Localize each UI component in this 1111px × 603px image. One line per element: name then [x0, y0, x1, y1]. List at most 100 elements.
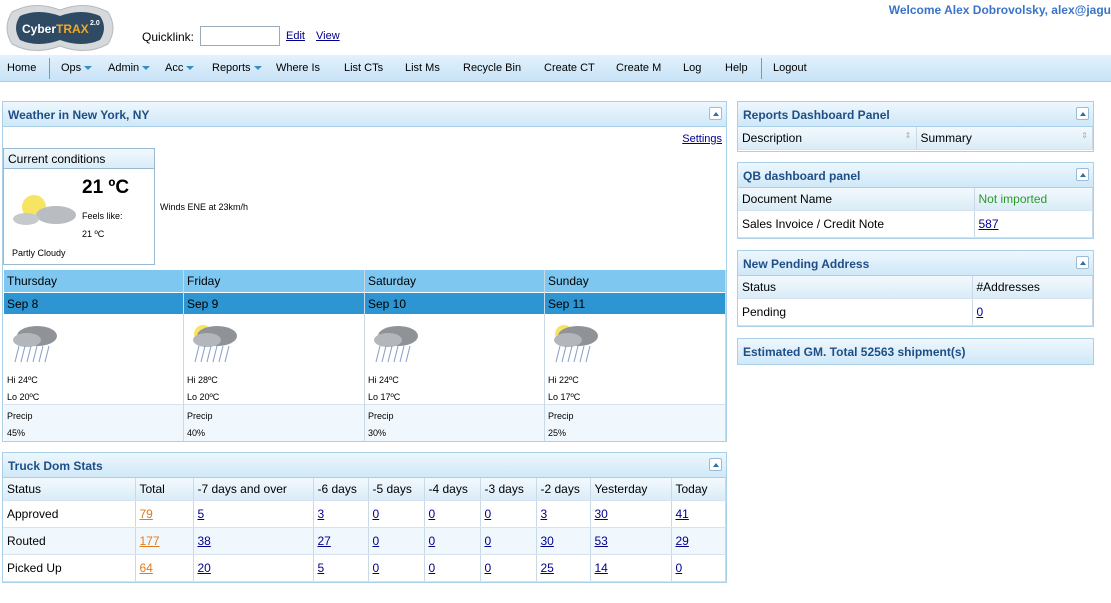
header-label: Summary	[920, 130, 972, 145]
forecast-date: Sep 10	[365, 292, 544, 314]
count-link[interactable]: 0	[373, 507, 380, 521]
panel-title: Reports Dashboard Panel	[743, 108, 890, 122]
view-link[interactable]: View	[316, 30, 340, 42]
forecast-date: Sep 11	[545, 292, 725, 314]
sort-icon: ⇕	[1081, 130, 1088, 140]
thunderstorm-sun-icon	[554, 325, 598, 363]
precip-value: 25%	[548, 428, 567, 438]
chevron-down-icon	[253, 66, 262, 71]
collapse-icon[interactable]	[1076, 256, 1089, 269]
table-cell: 0	[480, 527, 537, 555]
forecast-high: Hi 24ºC	[7, 375, 38, 385]
count-link[interactable]: 0	[676, 561, 683, 575]
quicklink-input[interactable]	[200, 26, 280, 46]
column-header: Today	[671, 478, 726, 501]
table-row: Routed 177 38 27 0 0 0 30 53 29	[3, 527, 726, 555]
status-cell: Approved	[3, 500, 136, 528]
forecast-day-name: Saturday	[365, 270, 544, 292]
table-cell: 0	[480, 500, 537, 528]
header-label: Description	[742, 130, 803, 145]
collapse-icon[interactable]	[709, 458, 722, 471]
count-link[interactable]: 53	[595, 534, 608, 548]
count-link[interactable]: 3	[318, 507, 325, 521]
addresses-link[interactable]: 0	[977, 305, 984, 319]
table-cell: 0	[424, 527, 481, 555]
collapse-icon[interactable]	[1076, 107, 1089, 120]
count-link[interactable]: 41	[676, 507, 689, 521]
count-link[interactable]: 0	[429, 561, 436, 575]
table-cell: 29	[671, 527, 726, 555]
feels-like-label: Feels like:	[82, 211, 123, 221]
count-link[interactable]: 0	[485, 534, 492, 548]
forecast-high: Hi 28ºC	[187, 375, 218, 385]
column-header: -2 days	[536, 478, 591, 501]
nav-home[interactable]: Home	[7, 62, 36, 74]
forecast-day: Thursday Sep 8 Hi 24ºC Lo 20ºC Precip 45%	[4, 270, 184, 441]
count-link[interactable]: 0	[485, 561, 492, 575]
count-link[interactable]: 30	[541, 534, 554, 548]
count-link[interactable]: 20	[198, 561, 211, 575]
column-header-description[interactable]: Description ⇕	[738, 127, 917, 150]
nav-create-ct[interactable]: Create CT	[544, 62, 595, 74]
nav-list-cts[interactable]: List CTs	[344, 62, 383, 74]
rain-icon	[13, 326, 57, 363]
count-link[interactable]: 14	[595, 561, 608, 575]
current-temp: 21 ºC	[82, 177, 130, 198]
count-link[interactable]: 29	[676, 534, 689, 548]
nav-create-m[interactable]: Create M	[616, 62, 661, 74]
total-link[interactable]: 177	[140, 534, 160, 548]
total-link[interactable]: 64	[140, 561, 153, 575]
total-link[interactable]: 79	[140, 507, 153, 521]
chevron-down-icon	[84, 66, 93, 71]
count-link[interactable]: 30	[595, 507, 608, 521]
count-link[interactable]: 25	[541, 561, 554, 575]
nav-reports[interactable]: Reports	[212, 62, 262, 74]
count-link[interactable]: 5	[318, 561, 325, 575]
column-header-summary[interactable]: Summary ⇕	[916, 127, 1093, 150]
truck-stats-table: Status Total -7 days and over -6 days -5 day…	[3, 478, 726, 582]
thunderstorm-icon	[374, 326, 418, 363]
nav-logout[interactable]: Logout	[773, 62, 807, 74]
settings-link[interactable]: Settings	[682, 133, 722, 145]
column-header: Status	[3, 478, 136, 501]
forecast-day: Friday Sep 9 Hi 28ºC Lo 20ºC Precip 40%	[184, 270, 365, 441]
panel-header: New Pending Address	[738, 251, 1093, 276]
count-link[interactable]: 0	[373, 561, 380, 575]
count-link[interactable]: 3	[541, 507, 548, 521]
nav-log[interactable]: Log	[683, 62, 701, 74]
partly-cloudy-icon	[13, 195, 76, 225]
collapse-icon[interactable]	[1076, 168, 1089, 181]
cybertrax-logo[interactable]: CyberTRAX 2.0	[4, 2, 116, 54]
forecast-day: Sunday Sep 11 Hi 22ºC Lo 17ºC Precip 25%	[545, 270, 726, 441]
count-link[interactable]: 0	[485, 507, 492, 521]
count-link[interactable]: 0	[429, 507, 436, 521]
nav-admin[interactable]: Admin	[108, 62, 151, 74]
precip-value: 40%	[187, 428, 206, 438]
table-cell: 41	[671, 500, 726, 528]
nav-where-is[interactable]: Where Is	[276, 62, 320, 74]
precip-label: Precip	[368, 411, 394, 421]
table-cell: 5	[193, 500, 314, 528]
panel-title: Truck Dom Stats	[8, 459, 103, 473]
count-link[interactable]: 0	[373, 534, 380, 548]
count-link[interactable]: 5	[198, 507, 205, 521]
truck-dom-stats-panel: Truck Dom Stats Status Total -7 days and o…	[2, 452, 727, 583]
table-cell: 3	[536, 500, 591, 528]
table-cell: 0	[424, 500, 481, 528]
collapse-icon[interactable]	[709, 107, 722, 120]
count-link[interactable]: 0	[429, 534, 436, 548]
count-link[interactable]: 38	[198, 534, 211, 548]
nav-help[interactable]: Help	[725, 62, 748, 74]
precip-value: 30%	[368, 428, 387, 438]
nav-ops[interactable]: Ops	[61, 62, 93, 74]
count-link[interactable]: 27	[318, 534, 331, 548]
nav-list-ms[interactable]: List Ms	[405, 62, 440, 74]
status-cell: Routed	[3, 527, 136, 555]
nav-acc[interactable]: Acc	[165, 62, 195, 74]
chevron-down-icon	[142, 66, 151, 71]
not-imported-link[interactable]: 587	[979, 217, 999, 231]
edit-link[interactable]: Edit	[286, 30, 305, 42]
table-cell: 14	[590, 554, 672, 582]
nav-recycle-bin[interactable]: Recycle Bin	[463, 62, 521, 74]
nav-label: Admin	[108, 62, 140, 74]
